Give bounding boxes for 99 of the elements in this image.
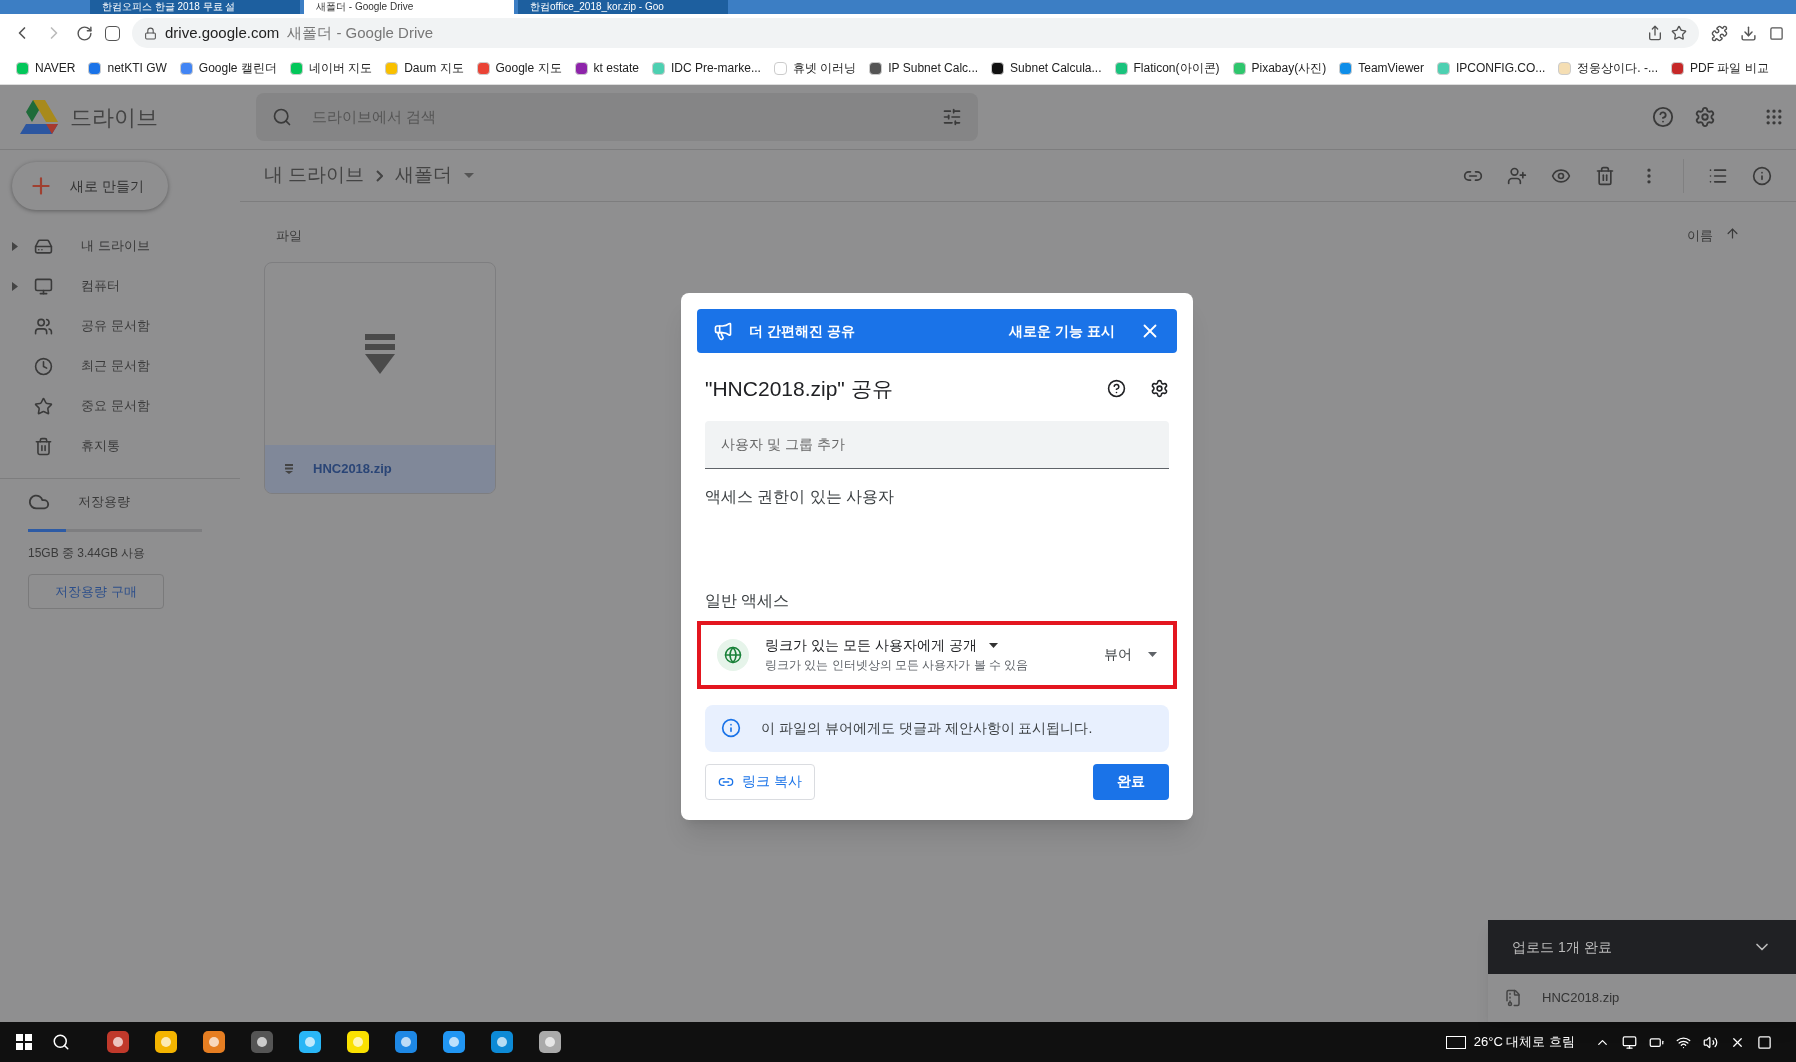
start-icon[interactable] — [16, 1034, 32, 1050]
taskbar-app-icon[interactable] — [537, 1029, 563, 1055]
taskbar-app-icon[interactable] — [393, 1029, 419, 1055]
upload-title: 업로드 1개 완료 — [1512, 937, 1612, 957]
nav-item[interactable]: 최근 문서함 — [81, 356, 150, 376]
volume-icon — [1703, 1034, 1718, 1050]
help-icon[interactable] — [1107, 379, 1126, 399]
bookmark-link[interactable]: Subnet Calcula... — [1010, 59, 1102, 77]
people-icon — [34, 316, 53, 336]
section-label: 파일 — [276, 227, 302, 245]
star-icon[interactable] — [1671, 25, 1687, 41]
app-title: 드라이브 — [70, 103, 158, 132]
share-icon[interactable] — [1647, 25, 1663, 41]
drive-logo-icon — [20, 100, 58, 134]
nav-item[interactable]: 휴지통 — [81, 436, 120, 456]
window-icon[interactable] — [1769, 25, 1784, 41]
chevron-icon — [376, 169, 384, 182]
clock-icon — [34, 356, 53, 376]
bookmark-link[interactable]: Daum 지도 — [404, 59, 464, 77]
bookmark-link[interactable]: 휴넷 이러닝 — [792, 59, 857, 77]
bookmark-link[interactable]: Google 지도 — [495, 59, 562, 77]
bookmark-link[interactable]: 네이버 지도 — [308, 59, 373, 77]
search-icon[interactable] — [52, 1033, 70, 1051]
bookmark-link[interactable]: kt estate — [593, 59, 639, 77]
role-dropdown[interactable]: 뷰어 — [1104, 644, 1132, 665]
general-access-heading: 일반 액세스 — [705, 590, 791, 611]
bookmark-link[interactable]: netKTI GW — [107, 59, 167, 77]
sort-label[interactable]: 이름 — [1687, 226, 1713, 246]
info-icon[interactable] — [1752, 165, 1772, 186]
browser-tab[interactable]: 한컴오피스 한글 2018 무료 설 — [90, 0, 300, 14]
nav-item[interactable]: 중요 문서함 — [81, 396, 150, 416]
dialog-title: "HNC2018.zip" 공유 — [705, 376, 893, 402]
taskbar-app-icon[interactable] — [345, 1029, 371, 1055]
info-icon — [721, 718, 741, 738]
taskbar-app-icon[interactable] — [249, 1029, 275, 1055]
settings-icon[interactable] — [1150, 379, 1169, 399]
wifi-icon — [1676, 1034, 1691, 1050]
search-icon — [272, 107, 292, 127]
zip-file-icon — [1504, 989, 1522, 1007]
zip-icon — [285, 463, 293, 474]
add-person-icon[interactable] — [1507, 165, 1527, 186]
star-icon — [34, 396, 53, 416]
notice-text: 이 파일의 뷰어에게도 댓글과 제안사항이 표시됩니다. — [761, 718, 1093, 738]
browser-tab[interactable]: 새폴더 - Google Drive — [304, 0, 514, 14]
access-description: 링크가 있는 인터넷상의 모든 사용자가 볼 수 있음 — [765, 657, 1029, 674]
taskbar-app-icon[interactable] — [489, 1029, 515, 1055]
address-bar[interactable]: drive.google.com 새폴더 - Google Drive — [132, 18, 1699, 48]
bookmark-link[interactable]: Flaticon(아이콘) — [1133, 59, 1220, 77]
done-button[interactable]: 완료 — [1093, 763, 1169, 800]
expand-arrow-icon[interactable] — [12, 281, 18, 291]
bookmark-link[interactable]: TeamViewer — [1358, 59, 1424, 77]
taskbar-app-icon[interactable] — [153, 1029, 179, 1055]
banner-text: 더 간편해진 공유 — [749, 321, 855, 341]
taskbar-app-icon[interactable] — [297, 1029, 323, 1055]
bookmark-link[interactable]: IDC Pre-marke... — [670, 59, 761, 77]
weather-text: 26°C 대체로 흐림 — [1473, 1033, 1575, 1052]
copy-link-button[interactable]: 링크 복사 — [705, 763, 815, 800]
expand-arrow-icon[interactable] — [12, 241, 18, 251]
bookmark-link[interactable]: IP Subnet Calc... — [888, 59, 979, 77]
bookmark-link[interactable]: PDF 파일 비교 — [1690, 59, 1769, 77]
bookmark-link[interactable]: 정웅상이다. -... — [1577, 59, 1659, 77]
bookmark-link[interactable]: Google 캘린더 — [198, 59, 277, 77]
lock-icon — [144, 26, 157, 40]
bookmark-link[interactable]: Pixabay(사진) — [1251, 59, 1327, 77]
taskbar-app-icon[interactable] — [105, 1029, 131, 1055]
nav-item[interactable]: 내 드라이브 — [81, 236, 150, 256]
add-people-field[interactable]: 사용자 및 그룹 추가 — [705, 420, 1169, 469]
file-name: HNC2018.zip — [313, 459, 392, 478]
download-icon[interactable] — [1740, 24, 1757, 42]
extensions-icon[interactable] — [1711, 24, 1728, 42]
new-button[interactable]: 새로 만들기 — [12, 162, 168, 210]
trash-icon[interactable] — [1595, 165, 1615, 186]
drive-icon — [34, 236, 53, 256]
nav-item[interactable]: 컴퓨터 — [81, 276, 120, 296]
filter-icon[interactable] — [942, 107, 962, 127]
bookmark-link[interactable]: IPCONFIG.CO... — [1456, 59, 1546, 77]
upload-file-name: HNC2018.zip — [1542, 989, 1620, 1008]
access-dropdown[interactable]: 링크가 있는 모든 사용자에게 공개 — [765, 635, 977, 656]
dropdown-icon[interactable] — [988, 643, 998, 648]
whats-new-link[interactable]: 새로운 기능 표시 — [1009, 320, 1115, 342]
globe-icon — [717, 638, 749, 671]
computer-icon — [34, 276, 53, 296]
url-title: 새폴더 - Google Drive — [287, 22, 434, 43]
device-icon — [1622, 1034, 1637, 1050]
trash-icon — [34, 436, 53, 456]
dropdown-icon[interactable] — [1148, 652, 1157, 657]
browser-tab[interactable]: 한컴office_2018_kor.zip - Goo — [518, 0, 728, 14]
storage-usage: 15GB 중 3.44GB 사용 — [28, 545, 147, 562]
url-host: drive.google.com — [165, 22, 280, 43]
zip-file-icon — [365, 333, 395, 374]
nav-item[interactable]: 공유 문서함 — [81, 316, 150, 336]
people-heading: 액세스 권한이 있는 사용자 — [705, 486, 896, 507]
apps-icon[interactable] — [1764, 107, 1784, 127]
megaphone-icon — [713, 321, 733, 341]
taskbar-app-icon[interactable] — [201, 1029, 227, 1055]
bookmark-link[interactable]: NAVER — [35, 59, 76, 77]
storage-label[interactable]: 저장용량 — [78, 492, 130, 512]
reload-icon[interactable] — [76, 24, 93, 42]
taskbar-app-icon[interactable] — [441, 1029, 467, 1055]
